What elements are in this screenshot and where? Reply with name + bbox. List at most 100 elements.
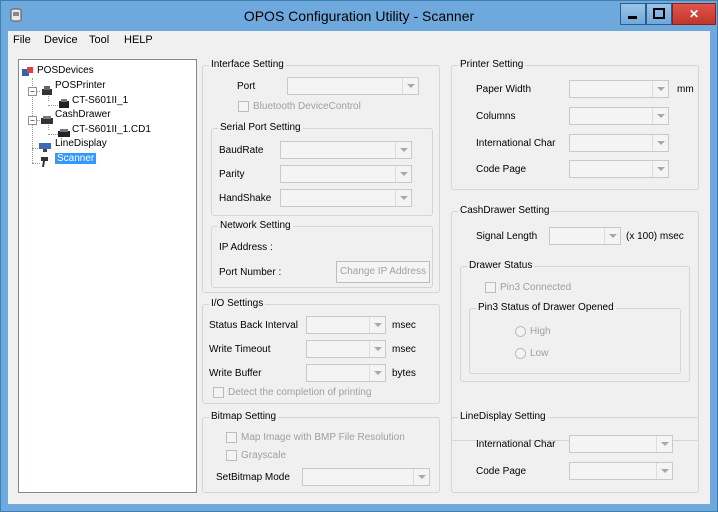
printer-device-icon	[58, 99, 70, 109]
chevron-down-icon	[652, 135, 668, 151]
menu-bar: File Device Tool HELP	[8, 31, 710, 49]
high-label: High	[530, 326, 551, 337]
pin3-status-title: Pin3 Status of Drawer Opened	[476, 302, 616, 313]
cash-drawer-icon	[41, 115, 53, 125]
minimize-icon	[628, 16, 637, 19]
scanner-icon	[39, 157, 51, 167]
chevron-down-icon	[413, 469, 429, 485]
window-title: OPOS Configuration Utility - Scanner	[243, 8, 475, 24]
tree-item-drawer-device[interactable]: CT-S601II_1.CD1	[72, 124, 151, 135]
grayscale-checkbox[interactable]	[226, 450, 237, 461]
parity-label: Parity	[219, 169, 245, 180]
device-tree[interactable]: POSDevices − POSPrinter CT-S601II_1 − Ca…	[18, 59, 197, 493]
drawer-status-group: Drawer Status Pin3 Connected Pin3 Status…	[460, 260, 690, 382]
chevron-down-icon	[395, 142, 411, 158]
printer-icon	[41, 86, 53, 96]
low-label: Low	[530, 348, 549, 359]
setbitmap-mode-label: SetBitmap Mode	[216, 472, 290, 483]
menu-tool[interactable]: Tool	[89, 34, 109, 46]
tree-item-cashdrawer[interactable]: CashDrawer	[55, 109, 111, 120]
map-image-checkbox[interactable]	[226, 432, 237, 443]
pin3-connected-label: Pin3 Connected	[500, 282, 572, 293]
bitmap-setting-title: Bitmap Setting	[209, 411, 279, 422]
low-radio[interactable]	[515, 348, 526, 359]
pin3-connected-checkbox[interactable]	[485, 282, 496, 293]
paper-width-label: Paper Width	[476, 84, 532, 95]
setbitmap-mode-select[interactable]	[302, 468, 430, 486]
tree-item-posprinter[interactable]: POSPrinter	[55, 80, 106, 91]
paper-width-unit: mm	[677, 84, 694, 95]
io-settings-title: I/O Settings	[209, 298, 266, 309]
chevron-down-icon	[395, 166, 411, 182]
network-setting-group: Network Setting IP Address : Port Number…	[211, 220, 433, 288]
menu-device[interactable]: Device	[44, 34, 78, 46]
printer-intl-char-label: International Char	[476, 138, 556, 149]
write-buffer-unit: bytes	[392, 368, 416, 379]
grayscale-label: Grayscale	[241, 450, 287, 461]
app-window: OPOS Configuration Utility - Scanner ✕ F…	[0, 0, 718, 512]
bluetooth-checkbox[interactable]	[238, 101, 249, 112]
pin3-status-group: Pin3 Status of Drawer Opened High Low	[469, 302, 681, 374]
network-setting-title: Network Setting	[218, 220, 293, 231]
parity-select[interactable]	[280, 165, 412, 183]
line-display-icon	[39, 142, 51, 152]
chevron-down-icon	[395, 190, 411, 206]
map-image-label: Map Image with BMP File Resolution	[241, 432, 405, 443]
signal-length-select[interactable]	[549, 227, 621, 245]
write-timeout-select[interactable]	[306, 340, 386, 358]
chevron-down-icon	[652, 161, 668, 177]
printer-intl-char-select[interactable]	[569, 134, 669, 152]
printer-code-page-select[interactable]	[569, 160, 669, 178]
drawer-device-icon	[58, 128, 70, 138]
tree-item-scanner-selected[interactable]: Scanner	[55, 153, 97, 164]
maximize-icon	[653, 8, 665, 19]
baudrate-select[interactable]	[280, 141, 412, 159]
printer-code-page-label: Code Page	[476, 164, 527, 175]
columns-select[interactable]	[569, 107, 669, 125]
write-timeout-label: Write Timeout	[209, 344, 271, 355]
write-buffer-select[interactable]	[306, 364, 386, 382]
detect-completion-checkbox[interactable]	[213, 387, 224, 398]
ip-address-label: IP Address :	[219, 242, 273, 253]
change-ip-button[interactable]: Change IP Address	[336, 261, 430, 283]
tree-item-linedisplay[interactable]: LineDisplay	[55, 138, 107, 149]
pos-devices-icon	[22, 67, 34, 77]
port-select[interactable]	[287, 77, 419, 95]
detect-completion-label: Detect the completion of printing	[228, 387, 372, 398]
status-back-select[interactable]	[306, 316, 386, 334]
maximize-button[interactable]	[646, 3, 672, 25]
chevron-down-icon	[656, 463, 672, 479]
chevron-down-icon	[656, 436, 672, 452]
chevron-down-icon	[652, 108, 668, 124]
chevron-down-icon	[369, 365, 385, 381]
collapse-icon[interactable]: −	[28, 87, 37, 96]
minimize-button[interactable]	[620, 3, 646, 25]
signal-length-label: Signal Length	[476, 231, 538, 242]
handshake-label: HandShake	[219, 193, 272, 204]
port-label: Port	[237, 81, 256, 92]
cashdrawer-setting-group: CashDrawer Setting Signal Length (x 100)…	[451, 205, 699, 441]
ld-intl-char-select[interactable]	[569, 435, 673, 453]
tree-item-posdevices[interactable]: POSDevices	[37, 65, 94, 76]
chevron-down-icon	[369, 317, 385, 333]
baudrate-label: BaudRate	[219, 145, 264, 156]
status-back-unit: msec	[392, 320, 416, 331]
io-settings-group: I/O Settings Status Back Interval msec W…	[202, 298, 440, 404]
menu-file[interactable]: File	[13, 34, 31, 46]
linedisplay-setting-group: LineDisplay Setting International Char C…	[451, 411, 699, 493]
collapse-icon[interactable]: −	[28, 116, 37, 125]
paper-width-select[interactable]	[569, 80, 669, 98]
high-radio[interactable]	[515, 326, 526, 337]
columns-label: Columns	[476, 111, 516, 122]
close-button[interactable]: ✕	[672, 3, 716, 25]
interface-setting-title: Interface Setting	[209, 59, 286, 70]
chevron-down-icon	[652, 81, 668, 97]
ld-code-page-select[interactable]	[569, 462, 673, 480]
handshake-select[interactable]	[280, 189, 412, 207]
tree-item-printer-device[interactable]: CT-S601II_1	[72, 95, 128, 106]
ld-code-page-label: Code Page	[476, 466, 527, 477]
menu-help[interactable]: HELP	[124, 34, 153, 46]
write-timeout-unit: msec	[392, 344, 416, 355]
status-back-label: Status Back Interval	[209, 320, 298, 331]
signal-length-unit: (x 100) msec	[626, 231, 684, 242]
